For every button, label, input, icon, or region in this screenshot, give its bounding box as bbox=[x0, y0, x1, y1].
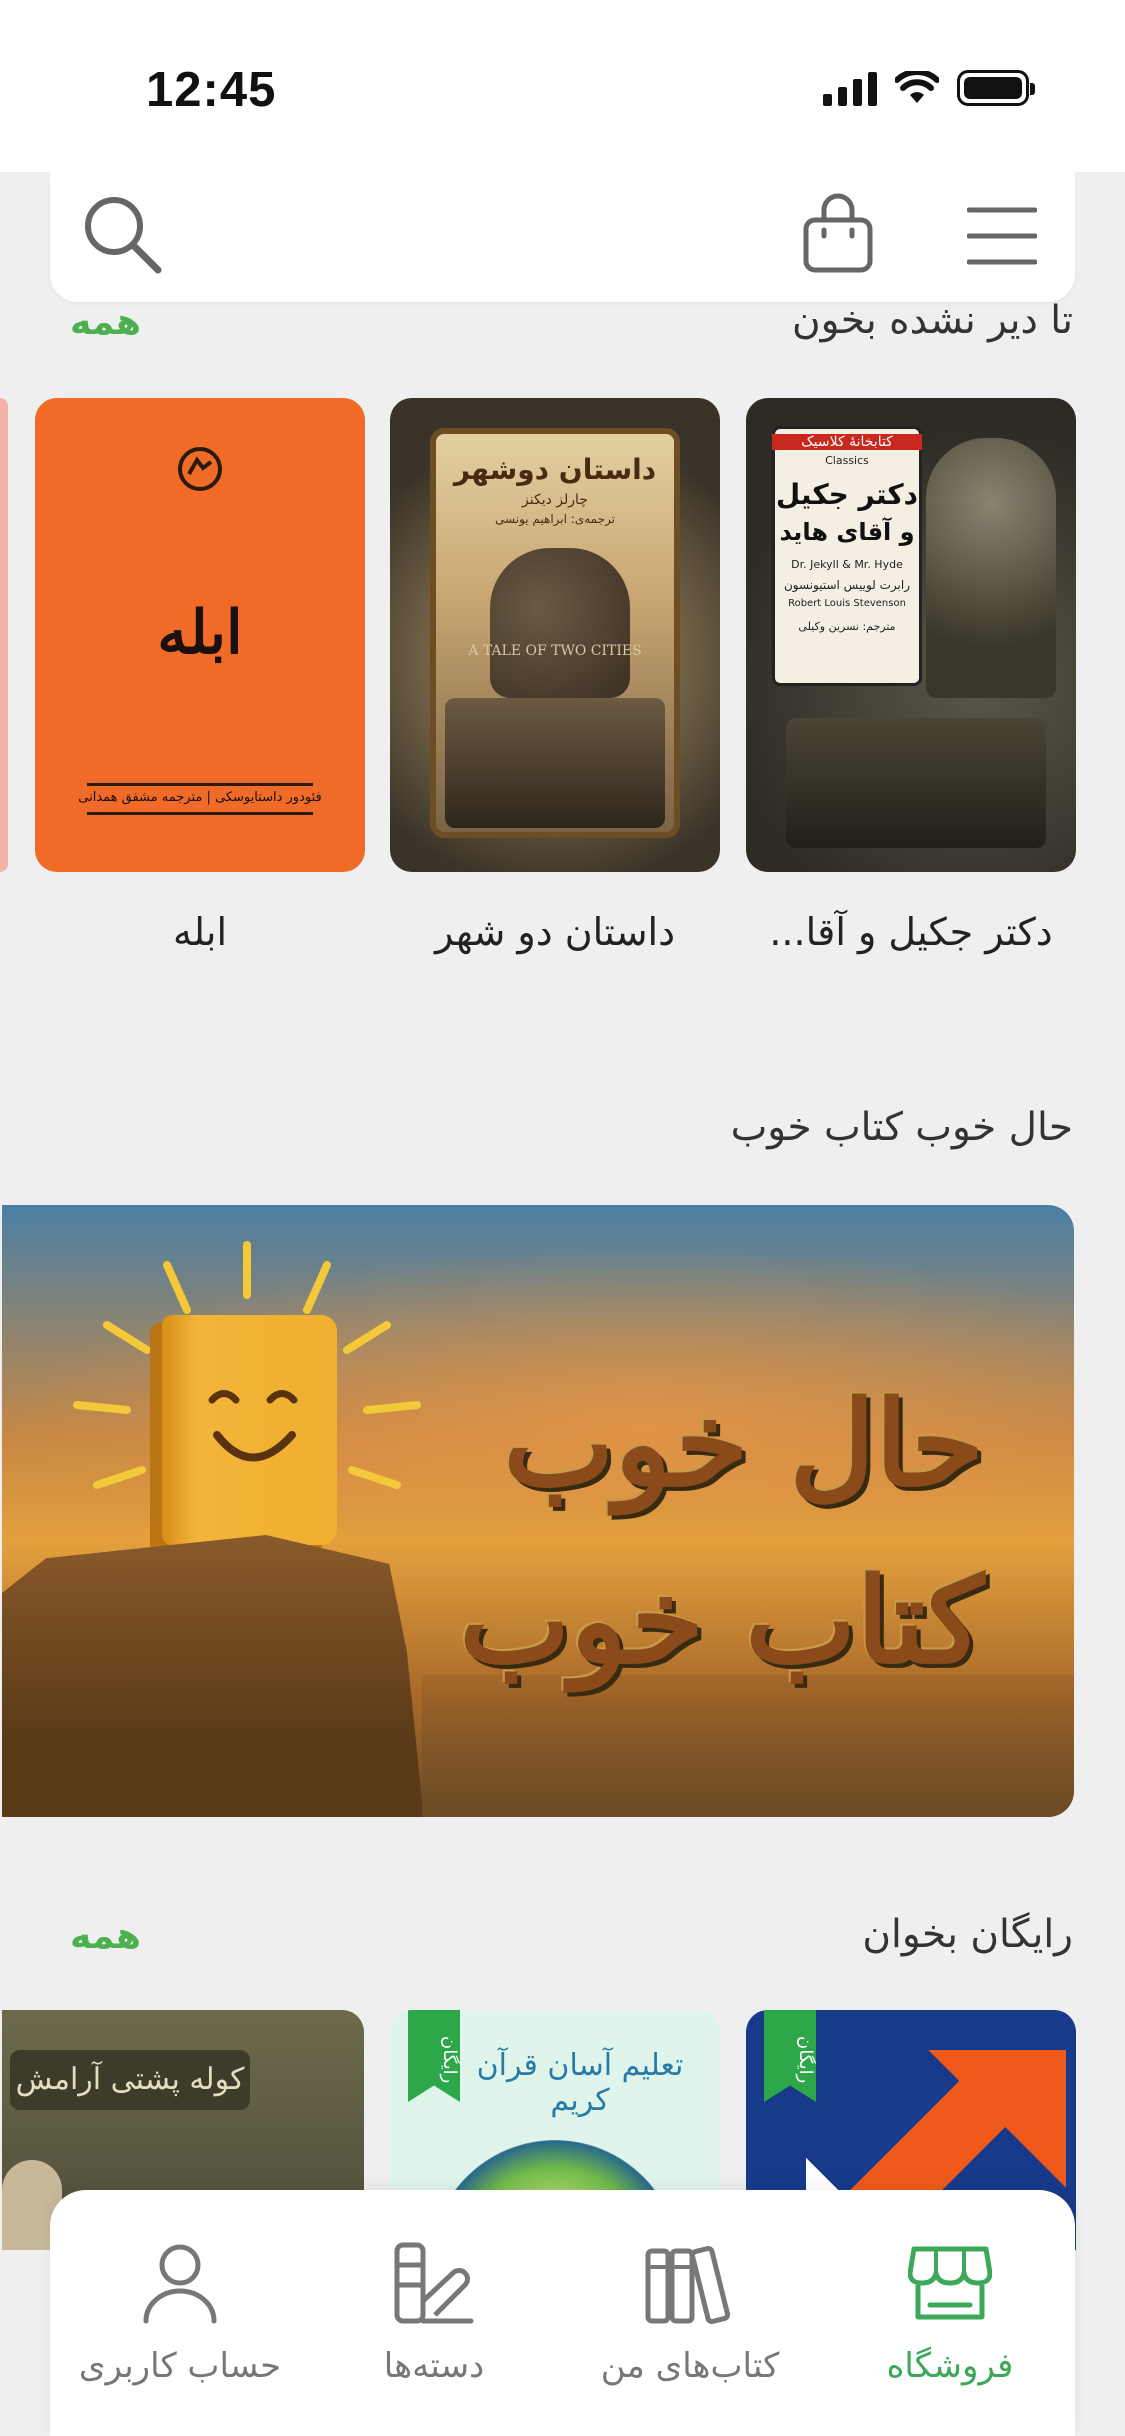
bottom-navigation: حساب کاربری دسته‌ها کتاب‌های من bbox=[50, 2190, 1075, 2436]
shopping-bag-icon bbox=[803, 193, 873, 273]
book-cover-title: دکتر جکیل bbox=[775, 478, 919, 511]
wifi-icon bbox=[895, 71, 939, 103]
book-cover-title: کوله پشتی آرامش bbox=[10, 2050, 250, 2110]
nav-label-store: فروشگاه bbox=[886, 2346, 1014, 2386]
book-cover-series-en: Classics bbox=[825, 454, 869, 467]
book-title-jekyll-and-hyde[interactable]: دکتر جکیل و آقا... bbox=[746, 910, 1076, 954]
book-cover-crowd bbox=[445, 698, 665, 828]
store-icon bbox=[908, 2246, 992, 2320]
book-cover-bottles bbox=[786, 718, 1046, 848]
hamburger-menu-icon bbox=[967, 207, 1037, 265]
book-cover-line bbox=[87, 783, 313, 786]
nav-item-categories[interactable]: دسته‌ها bbox=[314, 2238, 554, 2386]
book-title-tale-of-two-cities[interactable]: داستان دو شهر bbox=[390, 910, 720, 954]
banner-line-2: کتاب خوب bbox=[459, 1551, 984, 1690]
nav-item-account[interactable]: حساب کاربری bbox=[60, 2238, 300, 2386]
book-cover-figures bbox=[490, 548, 630, 698]
status-icons bbox=[823, 70, 1035, 106]
books-icon bbox=[645, 2245, 731, 2325]
smiling-book-illustration bbox=[162, 1315, 337, 1545]
user-icon bbox=[143, 2244, 217, 2324]
book-cover-title: داستان دوشهر bbox=[453, 453, 657, 486]
rock-cliff-illustration bbox=[2, 1535, 425, 1817]
book-cover-title: ابله bbox=[157, 598, 243, 668]
section-title-good-mood: حال خوب کتاب خوب bbox=[730, 1105, 1073, 1150]
banner-line-1: حال خوب bbox=[503, 1374, 984, 1513]
status-time: 12:45 bbox=[146, 63, 277, 117]
top-header bbox=[50, 172, 1075, 302]
book-title-idiot[interactable]: ابله bbox=[35, 910, 365, 954]
search-button[interactable] bbox=[72, 184, 172, 284]
menu-button[interactable] bbox=[954, 188, 1050, 284]
status-bar: 12:45 bbox=[0, 0, 1125, 172]
search-icon bbox=[85, 197, 162, 274]
book-cover-author: فئودور داستایوسکی | مترجمه مشفق همدانی bbox=[78, 790, 322, 805]
book-cover-line bbox=[87, 812, 313, 815]
book-cover-figure bbox=[926, 438, 1056, 698]
book-cover-subtitle: و آقای هاید bbox=[779, 518, 915, 546]
banner-title: حال خوب کتاب خوب bbox=[424, 1355, 984, 1709]
book-cover-idiot[interactable]: ابله فئودور داستایوسکی | مترجمه مشفق همد… bbox=[35, 398, 365, 872]
book-cover-translator: مترجم: نسرین وکیلی bbox=[798, 620, 896, 633]
book-cover-eye bbox=[1006, 2070, 1046, 2110]
section-title-before-late: تا دیر نشده بخون bbox=[791, 298, 1073, 343]
book-cover-english-title: A TALE OF TWO CITIES bbox=[468, 643, 642, 659]
book-cover-peek[interactable] bbox=[0, 398, 8, 872]
cellular-signal-icon bbox=[823, 70, 877, 106]
nav-label-categories: دسته‌ها bbox=[383, 2346, 485, 2386]
book-cover-author: چارلز دیکنز bbox=[522, 492, 588, 508]
cart-button[interactable] bbox=[790, 184, 886, 284]
section-title-free: رایگان بخوان bbox=[862, 1912, 1073, 1957]
publisher-logo-icon bbox=[178, 447, 222, 491]
book-cover-translator: ترجمه‌ی: ابراهیم یونسی bbox=[495, 512, 615, 526]
nav-item-my-books[interactable]: کتاب‌های من bbox=[570, 2238, 810, 2386]
book-cover-series: کتابخانهٔ کلاسیک bbox=[772, 434, 922, 450]
nav-label-my-books: کتاب‌های من bbox=[600, 2346, 780, 2386]
book-cover-author-en: Robert Louis Stevenson bbox=[788, 598, 906, 609]
nav-label-account: حساب کاربری bbox=[78, 2346, 282, 2386]
smile-face-icon bbox=[208, 1390, 298, 1462]
good-mood-banner[interactable]: حال خوب کتاب خوب bbox=[2, 1205, 1074, 1817]
book-cover-title: تعلیم آسان قرآن کریم bbox=[476, 2048, 684, 2118]
see-all-free[interactable]: همه bbox=[70, 1916, 141, 1957]
book-cover-tale-of-two-cities[interactable]: داستان دوشهر چارلز دیکنز ترجمه‌ی: ابراهی… bbox=[390, 398, 720, 872]
battery-icon bbox=[957, 70, 1035, 106]
see-all-before-late[interactable]: همه bbox=[70, 302, 141, 343]
categories-icon bbox=[394, 2242, 474, 2324]
nav-item-store[interactable]: فروشگاه bbox=[830, 2238, 1070, 2386]
book-cover-author: رابرت لوییس استیونسون bbox=[783, 578, 911, 592]
book-cover-english-title: Dr. Jekyll & Mr. Hyde bbox=[791, 558, 903, 571]
book-cover-jekyll-and-hyde[interactable]: کتابخانهٔ کلاسیک Classics دکتر جکیل و آق… bbox=[746, 398, 1076, 872]
